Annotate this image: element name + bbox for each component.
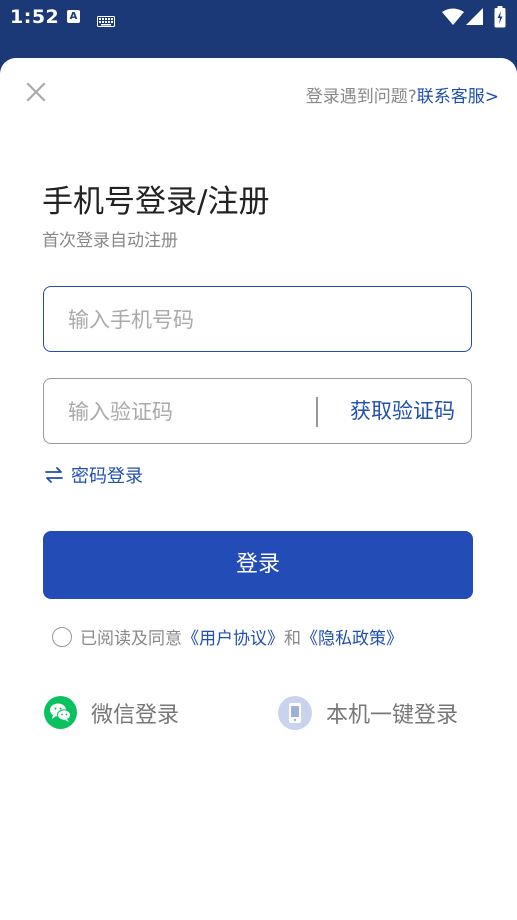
phone-icon [278, 696, 312, 730]
battery-icon [494, 6, 506, 32]
phone-field[interactable] [43, 286, 472, 353]
phone-input[interactable] [66, 287, 460, 353]
password-login-label: 密码登录 [71, 466, 143, 487]
user-agreement-link[interactable]: 《用户协议》 [182, 624, 284, 649]
onekey-login-button[interactable]: 本机一键登录 [278, 696, 458, 730]
page-title: 手机号登录/注册 [42, 184, 270, 220]
code-field[interactable]: 获取验证码 [43, 378, 472, 445]
onekey-login-label: 本机一键登录 [326, 703, 459, 728]
code-divider [316, 397, 318, 427]
page-subtitle: 首次登录自动注册 [42, 231, 178, 251]
close-button[interactable] [24, 80, 48, 104]
login-sheet: 登录遇到问题?联系客服> 手机号登录/注册 首次登录自动注册 获取验证码 密码登… [0, 58, 517, 920]
wechat-login-button[interactable]: 微信登录 [44, 696, 179, 729]
code-input[interactable] [66, 379, 310, 445]
agreement-row: 已阅读及同意 《用户协议》 和 《隐私政策》 [52, 624, 403, 649]
agreement-prefix: 已阅读及同意 [80, 629, 182, 649]
privacy-policy-link[interactable]: 《隐私政策》 [301, 624, 403, 649]
wifi-icon [442, 8, 464, 30]
signal-icon [466, 8, 484, 30]
wechat-icon [44, 696, 77, 729]
notification-a-icon: A [67, 10, 80, 23]
status-bar: 1:52 A [0, 0, 517, 36]
contact-support-link[interactable]: 联系客服> [417, 87, 499, 107]
help-text: 登录遇到问题? [305, 87, 417, 107]
help-row: 登录遇到问题?联系客服> [306, 82, 499, 107]
swap-icon [45, 467, 63, 483]
get-code-button[interactable]: 获取验证码 [350, 379, 455, 443]
password-login-link[interactable]: 密码登录 [44, 462, 143, 488]
keyboard-icon [97, 12, 115, 31]
agreement-checkbox[interactable] [52, 626, 72, 647]
agreement-and: 和 [284, 629, 301, 649]
login-button[interactable]: 登录 [43, 531, 473, 599]
wechat-login-label: 微信登录 [91, 702, 180, 728]
status-time: 1:52 [10, 6, 60, 28]
close-icon[interactable] [24, 80, 48, 104]
